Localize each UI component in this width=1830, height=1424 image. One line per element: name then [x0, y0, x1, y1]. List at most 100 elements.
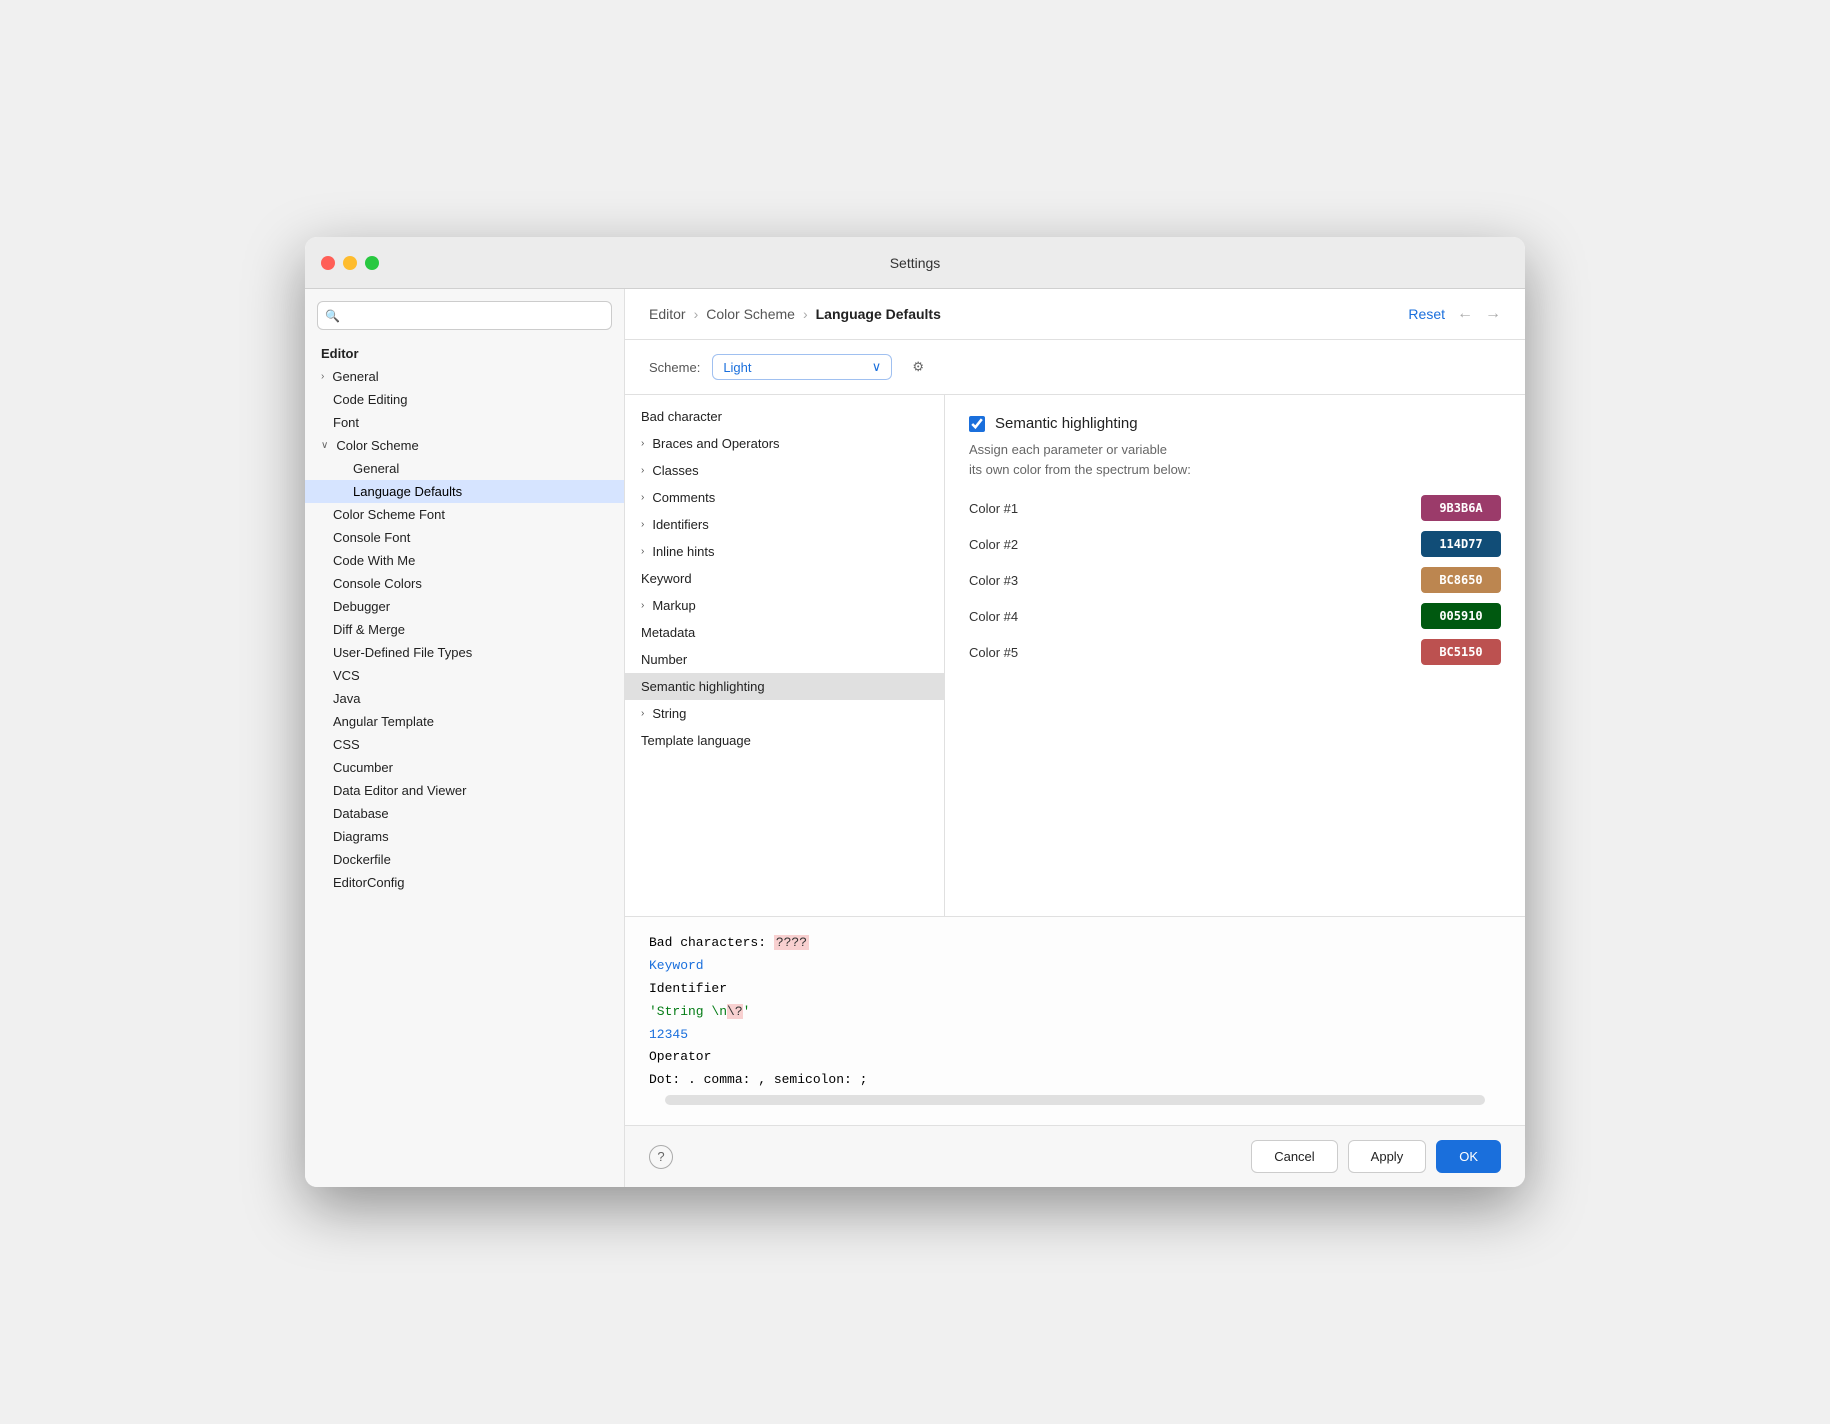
- apply-button[interactable]: Apply: [1348, 1140, 1427, 1173]
- breadcrumb-sep-2: ›: [803, 306, 808, 322]
- sidebar-item-cucumber[interactable]: Cucumber: [305, 756, 624, 779]
- sidebar-item-diagrams[interactable]: Diagrams: [305, 825, 624, 848]
- breadcrumb-sep-1: ›: [694, 306, 699, 322]
- list-item-bad-character[interactable]: Bad character: [625, 403, 944, 430]
- sidebar-item-color-scheme-font[interactable]: Color Scheme Font: [305, 503, 624, 526]
- list-item-inline-hints[interactable]: › Inline hints: [625, 538, 944, 565]
- color-label-5: Color #5: [969, 645, 1049, 660]
- sidebar-item-language-defaults[interactable]: Language Defaults: [305, 480, 624, 503]
- maximize-button[interactable]: [365, 256, 379, 270]
- preview-keyword-value: Keyword: [649, 958, 704, 973]
- list-item-label: Template language: [641, 733, 751, 748]
- titlebar: Settings: [305, 237, 1525, 289]
- sidebar-item-label: Font: [333, 415, 359, 430]
- preview-string-open: 'String \n: [649, 1004, 727, 1019]
- semantic-header: Semantic highlighting: [969, 415, 1501, 432]
- minimize-button[interactable]: [343, 256, 357, 270]
- sidebar-item-font[interactable]: Font: [305, 411, 624, 434]
- sidebar-item-label: General: [353, 461, 399, 476]
- color-label-3: Color #3: [969, 573, 1049, 588]
- reset-button[interactable]: Reset: [1408, 306, 1445, 322]
- sidebar-item-console-font[interactable]: Console Font: [305, 526, 624, 549]
- sidebar-item-code-editing[interactable]: Code Editing: [305, 388, 624, 411]
- sidebar-item-label: User-Defined File Types: [333, 645, 472, 660]
- sidebar-item-dockerfile[interactable]: Dockerfile: [305, 848, 624, 871]
- sidebar-item-vcs[interactable]: VCS: [305, 664, 624, 687]
- color-swatch-4[interactable]: 005910: [1421, 603, 1501, 629]
- sidebar-item-java[interactable]: Java: [305, 687, 624, 710]
- sidebar-item-angular-template[interactable]: Angular Template: [305, 710, 624, 733]
- sidebar-item-color-scheme[interactable]: ∨ Color Scheme: [305, 434, 624, 457]
- sidebar-item-data-editor-viewer[interactable]: Data Editor and Viewer: [305, 779, 624, 802]
- sidebar-item-label: Console Font: [333, 530, 410, 545]
- breadcrumb-language-defaults: Language Defaults: [816, 306, 941, 322]
- list-item-braces-operators[interactable]: › Braces and Operators: [625, 430, 944, 457]
- preview-area: Bad characters: ???? Keyword Identifier …: [625, 916, 1525, 1125]
- scheme-value: Light: [723, 360, 863, 375]
- sidebar-item-user-defined-file-types[interactable]: User-Defined File Types: [305, 641, 624, 664]
- sidebar-item-cs-general[interactable]: General: [305, 457, 624, 480]
- sidebar: 🔍 Editor › General Code Editing Font ∨ C…: [305, 289, 625, 1187]
- preview-operator-value: Operator: [649, 1049, 711, 1064]
- scheme-dropdown[interactable]: Light ∨: [712, 354, 892, 380]
- sidebar-item-general[interactable]: › General: [305, 365, 624, 388]
- horizontal-scrollbar[interactable]: [665, 1095, 1485, 1105]
- semantic-highlighting-checkbox[interactable]: [969, 416, 985, 432]
- preview-line-number: 12345: [649, 1025, 1501, 1046]
- search-icon: 🔍: [325, 309, 340, 323]
- preview-line-bad-chars: Bad characters: ????: [649, 933, 1501, 954]
- chevron-icon: ›: [641, 600, 644, 611]
- sidebar-item-label: Database: [333, 806, 389, 821]
- sidebar-section-editor[interactable]: Editor: [305, 342, 624, 365]
- dropdown-arrow-icon: ∨: [872, 359, 882, 375]
- color-row-2: Color #2 114D77: [969, 531, 1501, 557]
- list-item-label: Inline hints: [652, 544, 714, 559]
- preview-number-value: 12345: [649, 1027, 688, 1042]
- search-input[interactable]: [317, 301, 612, 330]
- list-item-string[interactable]: › String: [625, 700, 944, 727]
- list-item-semantic-highlighting[interactable]: Semantic highlighting: [625, 673, 944, 700]
- gear-icon[interactable]: ⚙: [912, 359, 924, 375]
- list-item-keyword[interactable]: Keyword: [625, 565, 944, 592]
- preview-bad-chars-value: ????: [774, 935, 809, 950]
- split-panel: Bad character › Braces and Operators › C…: [625, 395, 1525, 916]
- breadcrumb: Editor › Color Scheme › Language Default…: [649, 306, 941, 322]
- color-swatch-1[interactable]: 9B3B6A: [1421, 495, 1501, 521]
- color-swatch-3[interactable]: BC8650: [1421, 567, 1501, 593]
- list-item-template-language[interactable]: Template language: [625, 727, 944, 754]
- sidebar-item-diff-merge[interactable]: Diff & Merge: [305, 618, 624, 641]
- sidebar-item-code-with-me[interactable]: Code With Me: [305, 549, 624, 572]
- header-actions: Reset ← →: [1408, 305, 1501, 323]
- forward-button[interactable]: →: [1485, 305, 1501, 323]
- list-item-metadata[interactable]: Metadata: [625, 619, 944, 646]
- footer-left: ?: [649, 1145, 1241, 1169]
- list-item-identifiers[interactable]: › Identifiers: [625, 511, 944, 538]
- color-row-4: Color #4 005910: [969, 603, 1501, 629]
- cancel-button[interactable]: Cancel: [1251, 1140, 1337, 1173]
- help-button[interactable]: ?: [649, 1145, 673, 1169]
- close-button[interactable]: [321, 256, 335, 270]
- list-item-markup[interactable]: › Markup: [625, 592, 944, 619]
- back-button[interactable]: ←: [1457, 305, 1473, 323]
- footer: ? Cancel Apply OK: [625, 1125, 1525, 1187]
- list-item-comments[interactable]: › Comments: [625, 484, 944, 511]
- sidebar-item-css[interactable]: CSS: [305, 733, 624, 756]
- chevron-icon: ›: [641, 546, 644, 557]
- sidebar-item-debugger[interactable]: Debugger: [305, 595, 624, 618]
- sidebar-item-label: Console Colors: [333, 576, 422, 591]
- color-swatch-2[interactable]: 114D77: [1421, 531, 1501, 557]
- list-item-number[interactable]: Number: [625, 646, 944, 673]
- sidebar-item-database[interactable]: Database: [305, 802, 624, 825]
- chevron-icon: ›: [641, 519, 644, 530]
- sidebar-item-editorconfig[interactable]: EditorConfig: [305, 871, 624, 894]
- sidebar-item-console-colors[interactable]: Console Colors: [305, 572, 624, 595]
- list-item-label: Bad character: [641, 409, 722, 424]
- color-swatch-5[interactable]: BC5150: [1421, 639, 1501, 665]
- preview-line-keyword: Keyword: [649, 956, 1501, 977]
- list-item-classes[interactable]: › Classes: [625, 457, 944, 484]
- ok-button[interactable]: OK: [1436, 1140, 1501, 1173]
- sidebar-item-label: Debugger: [333, 599, 390, 614]
- preview-identifier-value: Identifier: [649, 981, 727, 996]
- preview-line-string: 'String \n\?': [649, 1002, 1501, 1023]
- sidebar-item-label: Code Editing: [333, 392, 407, 407]
